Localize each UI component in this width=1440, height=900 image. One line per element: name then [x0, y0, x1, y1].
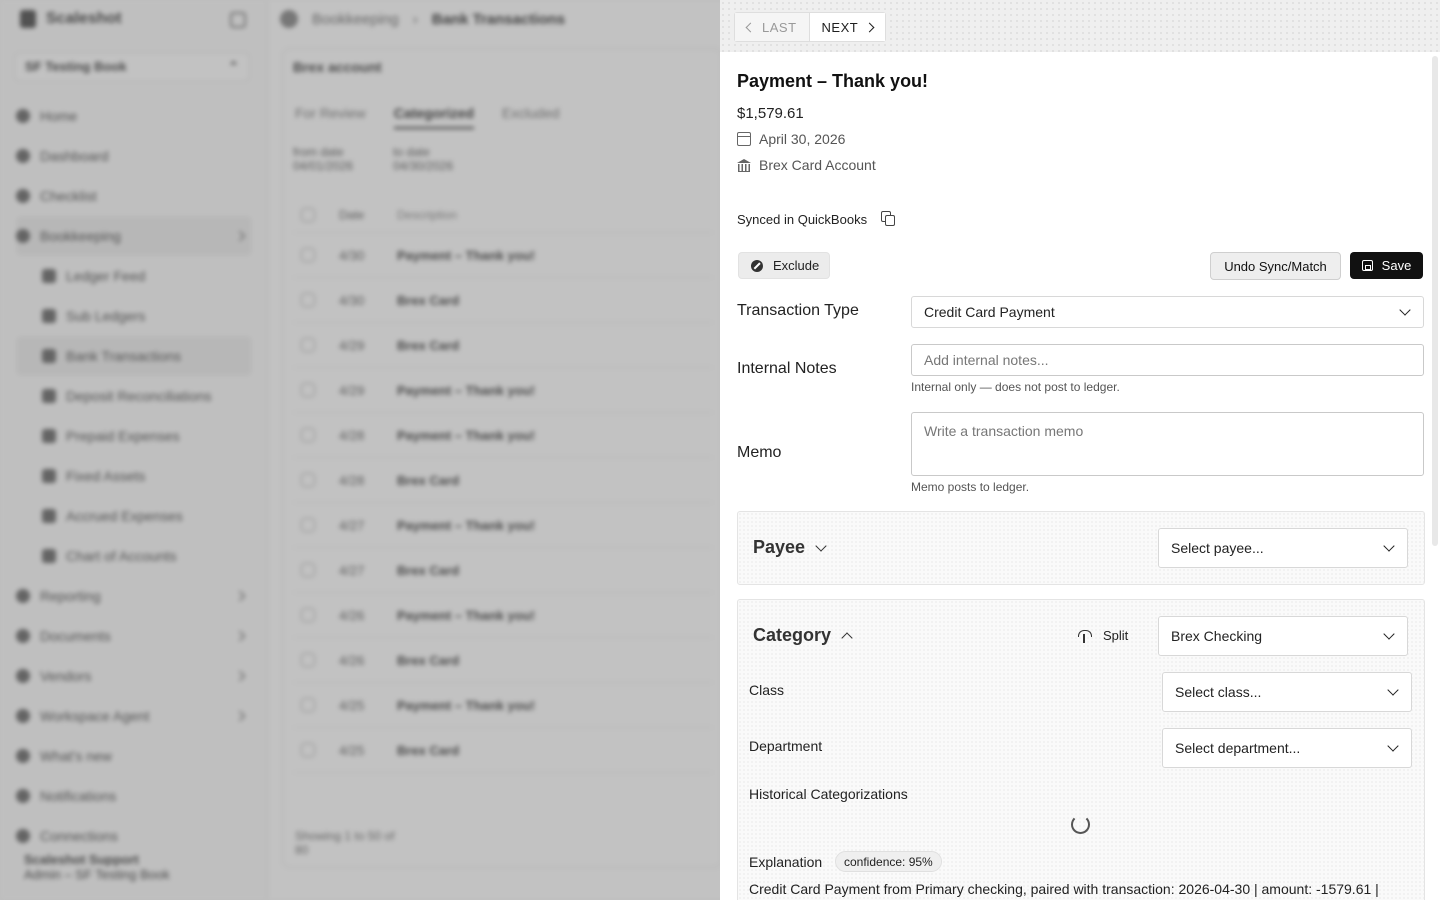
save-icon	[1361, 260, 1373, 271]
category-heading: Category	[753, 625, 832, 645]
chevron-down-icon	[815, 539, 827, 552]
sync-status-label: Synced in QuickBooks	[737, 211, 868, 227]
department-placeholder: Select department...	[1175, 740, 1301, 756]
sync-status: Synced in QuickBooks	[737, 211, 897, 227]
payee-select[interactable]: Select payee...	[1158, 528, 1408, 568]
class-select[interactable]: Select class...	[1162, 672, 1412, 712]
category-select[interactable]: Brex Checking	[1158, 616, 1408, 656]
internal-notes-help: Internal only — does not post to ledger.	[911, 380, 1120, 394]
internal-notes-input[interactable]	[911, 344, 1424, 376]
class-placeholder: Select class...	[1175, 684, 1262, 700]
calendar-icon	[737, 132, 751, 146]
chevron-down-icon	[1387, 684, 1399, 696]
confidence-badge: confidence: 95%	[835, 851, 942, 872]
save-button[interactable]: Save	[1350, 252, 1423, 279]
payee-placeholder: Select payee...	[1171, 540, 1264, 556]
chevron-down-icon	[1387, 740, 1399, 752]
memo-help: Memo posts to ledger.	[911, 480, 1030, 494]
chevron-down-icon	[1399, 304, 1411, 316]
department-label: Department	[749, 738, 823, 754]
chevron-left-icon	[745, 22, 756, 32]
split-button[interactable]: Split	[1077, 628, 1128, 643]
explanation-label: Explanation	[749, 854, 823, 870]
chevron-down-icon	[1383, 540, 1395, 552]
last-button-label: LAST	[762, 19, 797, 35]
last-button[interactable]: LAST	[735, 13, 810, 41]
transaction-type-select[interactable]: Credit Card Payment	[911, 296, 1424, 328]
record-navigation: LAST NEXT	[734, 12, 887, 42]
exclude-button[interactable]: Exclude	[738, 252, 831, 279]
internal-notes-label: Internal Notes	[737, 360, 837, 377]
transaction-title: Payment – Thank you!	[737, 71, 929, 91]
chevron-down-icon	[1383, 628, 1395, 640]
undo-sync-match-button[interactable]: Undo Sync/Match	[1210, 252, 1341, 280]
transaction-type-value: Credit Card Payment	[924, 304, 1055, 320]
memo-textarea[interactable]	[911, 412, 1424, 476]
payee-heading: Payee	[753, 537, 806, 557]
loading-spinner-icon	[1071, 815, 1090, 834]
transaction-account: Brex Card Account	[737, 157, 876, 173]
drawer-scrollbar[interactable]	[1432, 56, 1438, 546]
ban-icon	[751, 259, 763, 272]
next-button-label: NEXT	[821, 19, 859, 35]
chevron-right-icon	[864, 22, 875, 32]
explanation-text: Credit Card Payment from Primary checkin…	[749, 881, 1379, 897]
category-value: Brex Checking	[1171, 628, 1263, 644]
next-button[interactable]: NEXT	[809, 13, 886, 41]
transaction-account-text: Brex Card Account	[759, 157, 876, 173]
transaction-date-text: April 30, 2026	[759, 131, 846, 147]
exclude-button-label: Exclude	[773, 258, 820, 273]
copy-icon[interactable]	[881, 211, 897, 227]
memo-label: Memo	[737, 444, 782, 461]
department-select[interactable]: Select department...	[1162, 728, 1412, 768]
bank-icon	[737, 158, 751, 172]
split-icon	[1077, 629, 1092, 643]
category-toggle[interactable]: Category	[753, 625, 853, 646]
drawer-header: LAST NEXT	[720, 0, 1440, 52]
transaction-date: April 30, 2026	[737, 131, 845, 147]
class-label: Class	[749, 682, 785, 698]
split-button-label: Split	[1103, 628, 1129, 643]
historical-categorizations-label: Historical Categorizations	[749, 786, 908, 802]
transaction-type-label: Transaction Type	[737, 302, 859, 319]
transaction-amount: $1,579.61	[737, 105, 804, 122]
payee-toggle[interactable]: Payee	[753, 537, 827, 558]
save-button-label: Save	[1381, 258, 1412, 273]
chevron-up-icon	[841, 631, 853, 644]
